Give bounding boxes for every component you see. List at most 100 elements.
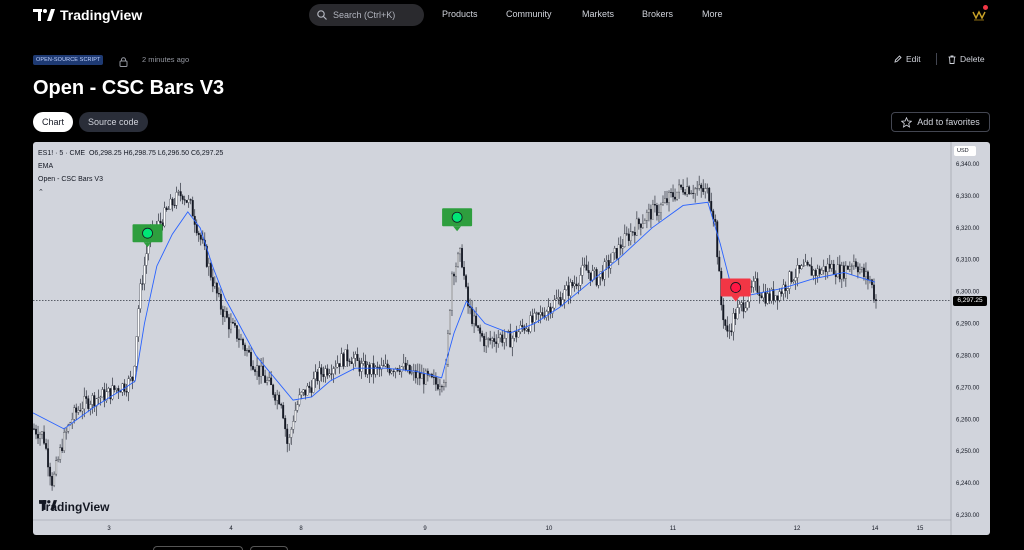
- candle-body: [330, 373, 333, 375]
- price-tick-label: 6,310.00: [956, 258, 980, 264]
- candle-body: [457, 253, 459, 267]
- candle-body: [738, 304, 741, 308]
- candle-body: [873, 284, 875, 300]
- collapse-legend-icon[interactable]: ⌃: [38, 186, 223, 199]
- candle-body: [424, 370, 427, 385]
- candle-body: [236, 325, 238, 339]
- candle-body: [229, 321, 232, 330]
- candle-body: [173, 204, 176, 206]
- candle-body: [61, 447, 64, 451]
- candle-body: [113, 385, 116, 390]
- candle-body: [871, 279, 873, 286]
- candle-body: [288, 437, 291, 444]
- edit-label: Edit: [906, 54, 921, 64]
- candle-body: [647, 208, 650, 213]
- candle-body: [589, 272, 592, 281]
- candle-body: [306, 385, 309, 396]
- candle-body: [810, 265, 813, 276]
- candle-body: [834, 274, 837, 277]
- nav-more[interactable]: More: [702, 9, 723, 19]
- add-to-favorites-button[interactable]: Add to favorites: [891, 112, 990, 132]
- nav-products[interactable]: Products: [442, 9, 478, 19]
- delete-button[interactable]: Delete: [948, 54, 985, 64]
- candle-body: [844, 265, 847, 279]
- price-chart[interactable]: 6,340.00 6,330.00 6,320.00 6,310.00 6,300.00…: [33, 142, 990, 535]
- candle-body: [187, 199, 190, 203]
- candle-body: [294, 410, 297, 422]
- candle-body: [410, 372, 413, 374]
- pencil-icon: [894, 55, 902, 63]
- nav-community[interactable]: Community: [506, 9, 552, 19]
- currency-label[interactable]: USD: [954, 146, 976, 156]
- candle-body: [736, 307, 739, 319]
- candle-body: [557, 297, 560, 299]
- candle-body: [87, 398, 90, 409]
- candle-body: [583, 264, 586, 266]
- candle-body: [840, 265, 843, 280]
- nav-brokers[interactable]: Brokers: [642, 9, 673, 19]
- candle-body: [101, 389, 104, 398]
- candle-body: [35, 428, 37, 435]
- candle-body: [752, 281, 755, 288]
- time-tick-label: 15: [917, 526, 924, 532]
- bottom-tab[interactable]: [153, 546, 243, 550]
- candle-body: [63, 432, 66, 451]
- candle-body: [479, 327, 482, 334]
- candle-body: [342, 353, 345, 367]
- candle-body: [125, 391, 128, 393]
- candle-body: [322, 374, 325, 377]
- star-icon: [901, 116, 913, 128]
- candle-body: [348, 360, 351, 362]
- bottom-tab[interactable]: [250, 546, 288, 550]
- candle-body: [782, 284, 785, 294]
- nav-markets[interactable]: Markets: [582, 9, 614, 19]
- tradingview-logo-icon: [39, 500, 57, 510]
- candle-body: [569, 282, 572, 296]
- candle-body: [240, 338, 242, 341]
- candle-body: [509, 331, 512, 348]
- candle-body: [207, 263, 210, 267]
- tab-chart[interactable]: Chart: [33, 112, 74, 132]
- candle-body: [440, 386, 443, 388]
- candle-body: [678, 184, 681, 193]
- candle-body: [250, 351, 252, 367]
- candle-body: [860, 267, 863, 270]
- candle-body: [698, 184, 701, 189]
- candle-body: [304, 389, 307, 396]
- candle-body: [129, 376, 132, 379]
- candle-body: [581, 265, 584, 276]
- candle-body: [774, 295, 777, 301]
- candle-body: [221, 309, 224, 318]
- candle-body: [587, 270, 590, 273]
- edit-button[interactable]: Edit: [894, 54, 921, 64]
- chart-canvas[interactable]: 6,340.00 6,330.00 6,320.00 6,310.00 6,300.00…: [33, 142, 990, 535]
- candle-body: [252, 365, 254, 370]
- candle-body: [340, 353, 343, 367]
- favorites-label: Add to favorites: [917, 117, 980, 127]
- page-title: Open - CSC Bars V3: [33, 77, 225, 99]
- candle-body: [768, 293, 771, 302]
- time-tick-label: 4: [229, 526, 233, 532]
- candle-body: [653, 204, 656, 206]
- indicator-legend[interactable]: Open - CSC Bars V3: [38, 173, 223, 186]
- candle-body: [627, 233, 630, 241]
- avatar[interactable]: [970, 5, 988, 24]
- candle-body: [645, 212, 648, 221]
- candle-body: [254, 369, 257, 372]
- candle-body: [796, 265, 799, 278]
- candle-body: [497, 337, 500, 344]
- lock-icon: [119, 54, 128, 72]
- candle-body: [617, 244, 620, 259]
- candle-body: [336, 363, 339, 368]
- candle-body: [398, 370, 401, 372]
- candle-body: [266, 380, 269, 383]
- symbol-label[interactable]: ES1! · 5 · CME: [38, 150, 85, 157]
- candle-body: [684, 192, 687, 195]
- ema-legend[interactable]: EMA: [38, 160, 223, 173]
- tab-source-code[interactable]: Source code: [79, 112, 148, 132]
- candle-body: [165, 207, 168, 210]
- candle-body: [611, 252, 614, 263]
- candle-body: [201, 239, 204, 241]
- delete-label: Delete: [960, 54, 985, 64]
- candle-body: [625, 233, 628, 235]
